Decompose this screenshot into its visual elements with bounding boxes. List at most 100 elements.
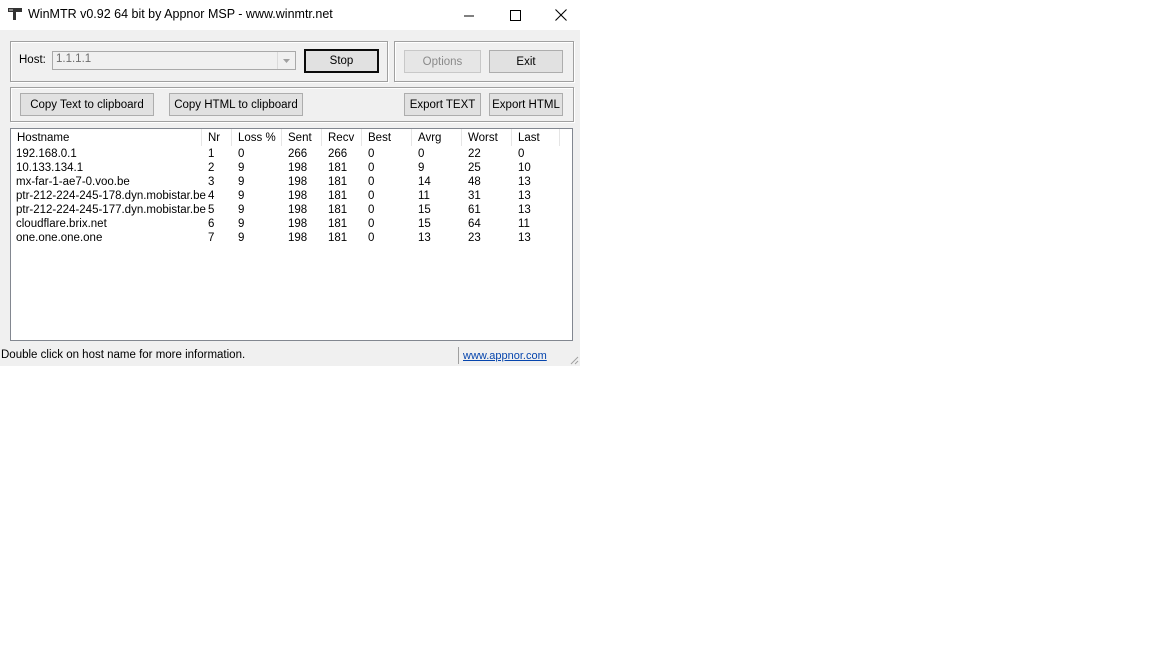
column-header-best[interactable]: Best <box>362 129 412 146</box>
host-value: 1.1.1.1 <box>56 53 92 65</box>
maximize-button[interactable] <box>492 0 538 30</box>
cell-worst: 31 <box>468 190 481 202</box>
column-header-worst[interactable]: Worst <box>462 129 512 146</box>
resize-grip-icon[interactable] <box>569 355 579 365</box>
table-row[interactable]: 10.133.134.1 2 9 198 181 0 9 25 10 <box>11 161 572 175</box>
exit-button[interactable]: Exit <box>489 50 563 73</box>
results-table[interactable]: Hostname Nr Loss % Sent Recv Best Avrg W… <box>10 128 573 341</box>
table-row[interactable]: ptr-212-224-245-177.dyn.mobistar.be 5 9 … <box>11 203 572 217</box>
cell-worst: 64 <box>468 218 481 230</box>
cell-loss: 9 <box>238 176 245 188</box>
cell-hostname: cloudflare.brix.net <box>16 218 107 230</box>
close-button[interactable] <box>538 0 584 30</box>
winmtr-window: WinMTR v0.92 64 bit by Appnor MSP - www.… <box>0 0 580 366</box>
cell-hostname: ptr-212-224-245-177.dyn.mobistar.be <box>16 204 206 216</box>
cell-nr: 2 <box>208 162 215 174</box>
table-row[interactable]: 192.168.0.1 1 0 266 266 0 0 22 0 <box>11 147 572 161</box>
cell-worst: 48 <box>468 176 481 188</box>
cell-loss: 9 <box>238 218 245 230</box>
close-icon <box>555 9 567 21</box>
cell-avrg: 13 <box>418 232 431 244</box>
cell-best: 0 <box>368 176 375 188</box>
cell-recv: 181 <box>328 218 348 230</box>
cell-recv: 181 <box>328 190 348 202</box>
cell-avrg: 0 <box>418 148 425 160</box>
cell-recv: 181 <box>328 176 348 188</box>
cell-best: 0 <box>368 218 375 230</box>
cell-loss: 9 <box>238 204 245 216</box>
cell-hostname: 192.168.0.1 <box>16 148 77 160</box>
hammer-icon <box>8 8 22 20</box>
cell-avrg: 15 <box>418 218 431 230</box>
cell-hostname: one.one.one.one <box>16 232 103 244</box>
cell-best: 0 <box>368 232 375 244</box>
minimize-icon <box>463 15 474 16</box>
cell-hostname: mx-far-1-ae7-0.voo.be <box>16 176 130 188</box>
cell-last: 13 <box>518 204 531 216</box>
column-header-loss[interactable]: Loss % <box>232 129 282 146</box>
column-header-avrg[interactable]: Avrg <box>412 129 462 146</box>
cell-recv: 181 <box>328 204 348 216</box>
cell-last: 11 <box>518 218 530 230</box>
cell-worst: 61 <box>468 204 481 216</box>
cell-sent: 198 <box>288 176 308 188</box>
table-row[interactable]: ptr-212-224-245-178.dyn.mobistar.be 4 9 … <box>11 189 572 203</box>
cell-last: 0 <box>518 148 525 160</box>
cell-loss: 9 <box>238 162 245 174</box>
cell-sent: 198 <box>288 190 308 202</box>
cell-sent: 198 <box>288 162 308 174</box>
cell-last: 13 <box>518 176 531 188</box>
copy-text-button[interactable]: Copy Text to clipboard <box>20 93 154 116</box>
cell-sent: 198 <box>288 204 308 216</box>
cell-last: 13 <box>518 232 531 244</box>
status-bar: Double click on host name for more infor… <box>0 345 580 366</box>
cell-nr: 5 <box>208 204 215 216</box>
status-divider <box>458 347 459 364</box>
column-header-recv[interactable]: Recv <box>322 129 362 146</box>
appnor-link[interactable]: www.appnor.com <box>463 350 547 362</box>
cell-recv: 181 <box>328 232 348 244</box>
cell-avrg: 9 <box>418 162 425 174</box>
table-row[interactable]: mx-far-1-ae7-0.voo.be 3 9 198 181 0 14 4… <box>11 175 572 189</box>
cell-nr: 3 <box>208 176 215 188</box>
cell-hostname: 10.133.134.1 <box>16 162 84 174</box>
cell-best: 0 <box>368 190 375 202</box>
minimize-button[interactable] <box>446 0 492 30</box>
host-label: Host: <box>19 54 46 66</box>
column-header-sent[interactable]: Sent <box>282 129 322 146</box>
export-html-button[interactable]: Export HTML <box>489 93 563 116</box>
cell-loss: 9 <box>238 190 245 202</box>
column-header-hostname[interactable]: Hostname <box>11 129 202 146</box>
cell-best: 0 <box>368 162 375 174</box>
cell-worst: 22 <box>468 148 481 160</box>
copy-html-button[interactable]: Copy HTML to clipboard <box>169 93 303 116</box>
options-button[interactable]: Options <box>404 50 481 73</box>
cell-nr: 1 <box>208 148 215 160</box>
host-combobox[interactable]: 1.1.1.1 <box>52 51 296 70</box>
column-header-nr[interactable]: Nr <box>202 129 232 146</box>
table-row[interactable]: one.one.one.one 7 9 198 181 0 13 23 13 <box>11 231 572 245</box>
cell-sent: 266 <box>288 148 308 160</box>
export-text-button[interactable]: Export TEXT <box>404 93 481 116</box>
cell-nr: 4 <box>208 190 215 202</box>
cell-worst: 25 <box>468 162 481 174</box>
title-bar[interactable]: WinMTR v0.92 64 bit by Appnor MSP - www.… <box>0 0 580 30</box>
cell-recv: 266 <box>328 148 348 160</box>
cell-worst: 23 <box>468 232 481 244</box>
table-row[interactable]: cloudflare.brix.net 6 9 198 181 0 15 64 … <box>11 217 572 231</box>
cell-best: 0 <box>368 148 375 160</box>
cell-sent: 198 <box>288 218 308 230</box>
cell-last: 13 <box>518 190 531 202</box>
cell-avrg: 11 <box>418 190 430 202</box>
status-message: Double click on host name for more infor… <box>1 349 246 361</box>
stop-button[interactable]: Stop <box>304 49 379 73</box>
maximize-icon <box>509 9 521 21</box>
combo-dropdown-button[interactable] <box>277 52 295 69</box>
cell-loss: 0 <box>238 148 245 160</box>
cell-loss: 9 <box>238 232 245 244</box>
table-header: Hostname Nr Loss % Sent Recv Best Avrg W… <box>11 129 572 146</box>
cell-nr: 7 <box>208 232 215 244</box>
column-header-last[interactable]: Last <box>512 129 560 146</box>
chevron-down-icon <box>283 58 290 63</box>
cell-nr: 6 <box>208 218 215 230</box>
